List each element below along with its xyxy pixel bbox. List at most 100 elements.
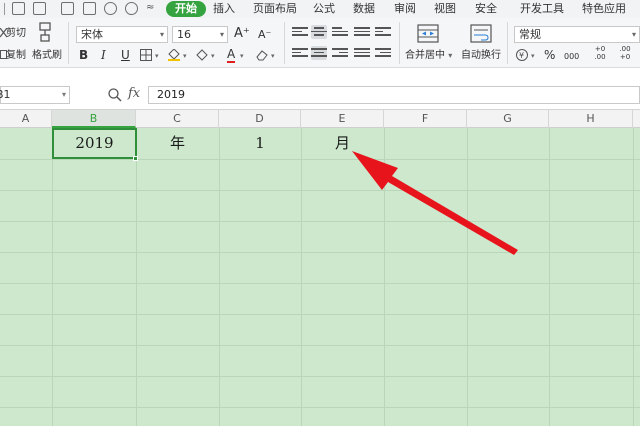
- spreadsheet-grid[interactable]: A B C D E F G H 2019 年 1 月: [0, 110, 640, 426]
- tab-data[interactable]: 数据: [353, 0, 375, 18]
- cell-c1[interactable]: 年: [136, 128, 219, 159]
- bold-button[interactable]: B: [79, 47, 88, 63]
- tab-insert[interactable]: 插入: [213, 0, 235, 18]
- name-box[interactable]: B1 ▾: [0, 86, 70, 104]
- column-header-d[interactable]: D: [219, 110, 301, 128]
- quick-access-more-icon[interactable]: ≈: [146, 0, 154, 16]
- gridline: [0, 314, 640, 315]
- chevron-down-icon: ▾: [448, 51, 453, 60]
- text-direction-icon[interactable]: [375, 25, 391, 39]
- svg-text:▾: ▾: [155, 52, 159, 60]
- gridline: [467, 128, 468, 426]
- eraser-icon[interactable]: ▾: [256, 49, 278, 61]
- fill-color-icon[interactable]: ▾: [168, 49, 190, 61]
- column-header-h[interactable]: H: [549, 110, 633, 128]
- print-icon[interactable]: [61, 2, 74, 15]
- insert-function-button[interactable]: fx: [128, 86, 140, 101]
- chevron-down-icon: ▾: [61, 90, 66, 99]
- wrap-text-icon: [470, 24, 492, 43]
- svg-text:▾: ▾: [183, 52, 187, 60]
- font-size-select[interactable]: 16 ▾: [172, 26, 228, 43]
- align-right-icon[interactable]: [332, 46, 348, 60]
- cut-button[interactable]: 剪切: [6, 28, 26, 40]
- svg-text:▾: ▾: [271, 52, 275, 60]
- chevron-down-icon: ▾: [219, 30, 224, 39]
- redo-icon[interactable]: [125, 2, 138, 15]
- svg-text:¥: ¥: [519, 51, 524, 60]
- align-center-icon[interactable]: [311, 46, 327, 60]
- svg-text:▾: ▾: [531, 52, 535, 60]
- column-header-c[interactable]: C: [136, 110, 219, 128]
- ribbon-divider: [284, 22, 285, 64]
- fill-bucket-icon[interactable]: ▾: [196, 49, 218, 61]
- tab-home[interactable]: 开始: [166, 1, 206, 17]
- cell-b1[interactable]: 2019: [52, 128, 137, 159]
- gridline: [0, 283, 640, 284]
- font-size-value: 16: [177, 28, 191, 41]
- cell-e1[interactable]: 月: [301, 128, 384, 159]
- merge-center-button[interactable]: 合并居中 ▾: [405, 50, 452, 62]
- gridline: [301, 128, 302, 426]
- align-justify-icon[interactable]: [354, 25, 370, 39]
- column-header-f[interactable]: F: [384, 110, 467, 128]
- tab-security[interactable]: 安全: [475, 0, 497, 18]
- increase-decimal-button[interactable]: +0 .00: [591, 45, 609, 61]
- tab-review[interactable]: 审阅: [394, 0, 416, 18]
- gridline: [384, 128, 385, 426]
- merge-center-icon: [417, 24, 439, 43]
- svg-text:▾: ▾: [211, 52, 215, 60]
- tab-special[interactable]: 特色应用: [582, 0, 626, 18]
- format-painter-icon: [39, 22, 51, 42]
- tab-view[interactable]: 视图: [434, 0, 456, 18]
- gridline: [0, 190, 640, 191]
- save-icon[interactable]: [12, 2, 25, 15]
- gridline: [0, 407, 640, 408]
- gridline: [136, 128, 137, 426]
- column-headers: A B C D E F G H: [0, 110, 640, 128]
- ribbon-divider: [68, 22, 69, 64]
- column-header-b[interactable]: B: [52, 110, 136, 128]
- cell-d1[interactable]: 1: [219, 128, 301, 159]
- grow-font-button[interactable]: A⁺: [234, 26, 250, 42]
- gridline: [0, 221, 640, 222]
- print-preview-icon[interactable]: [83, 2, 96, 15]
- currency-icon[interactable]: ¥ ▾: [516, 48, 540, 62]
- tab-formulas[interactable]: 公式: [313, 0, 335, 18]
- font-color-button[interactable]: A: [227, 47, 236, 63]
- column-header-a[interactable]: A: [0, 110, 52, 128]
- italic-button[interactable]: I: [101, 47, 106, 63]
- align-left-icon[interactable]: [292, 46, 308, 60]
- export-pdf-icon[interactable]: [33, 2, 46, 15]
- tab-page-layout[interactable]: 页面布局: [253, 0, 297, 18]
- undo-icon[interactable]: [104, 2, 117, 15]
- gridline: [219, 128, 220, 426]
- font-name-select[interactable]: 宋体 ▾: [76, 26, 168, 43]
- merge-center-label: 合并居中: [405, 50, 445, 61]
- ribbon-divider: [507, 22, 508, 64]
- distribute-icon[interactable]: [354, 46, 370, 60]
- underline-button[interactable]: U: [121, 47, 130, 63]
- number-format-select[interactable]: 常规 ▾: [514, 26, 640, 43]
- chevron-down-icon: ▾: [159, 30, 164, 39]
- thousands-button[interactable]: 000: [564, 49, 579, 65]
- formula-input[interactable]: 2019: [148, 86, 640, 104]
- gridline: [549, 128, 550, 426]
- percent-button[interactable]: %: [544, 47, 555, 63]
- column-header-e[interactable]: E: [301, 110, 384, 128]
- borders-icon[interactable]: ▾: [140, 49, 162, 61]
- shrink-font-button[interactable]: A⁻: [258, 27, 271, 43]
- indent-icon[interactable]: [375, 46, 391, 60]
- zoom-search-icon[interactable]: [108, 88, 122, 102]
- align-bottom-icon[interactable]: [332, 25, 348, 39]
- wrap-text-button[interactable]: 自动换行: [461, 50, 501, 62]
- copy-button[interactable]: 复制: [6, 50, 26, 62]
- ribbon-toolbar: 剪切 复制 格式刷 宋体 ▾ 16 ▾ A⁺ A⁻ B I U ▾ ▾ ▾ A …: [0, 18, 640, 68]
- column-header-g[interactable]: G: [467, 110, 549, 128]
- tab-developer[interactable]: 开发工具: [520, 0, 564, 18]
- format-painter-button[interactable]: 格式刷: [32, 50, 62, 62]
- align-top-icon[interactable]: [292, 25, 308, 39]
- align-middle-icon[interactable]: [311, 25, 327, 39]
- decrease-decimal-button[interactable]: .00 +0: [616, 45, 634, 61]
- chevron-down-icon[interactable]: ▾: [240, 48, 244, 64]
- ribbon-divider: [399, 22, 400, 64]
